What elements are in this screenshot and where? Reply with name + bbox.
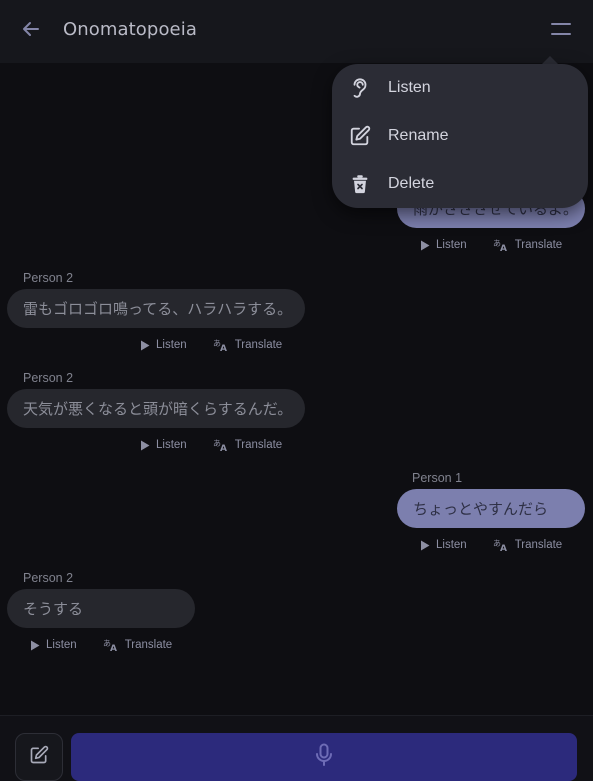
message-actions: Listen あA Translate bbox=[140, 438, 282, 452]
svg-text:A: A bbox=[500, 544, 507, 552]
translate-button[interactable]: あA Translate bbox=[213, 438, 283, 452]
translate-button[interactable]: あA Translate bbox=[493, 238, 563, 252]
message-actions: Listen あA Translate bbox=[140, 338, 282, 352]
listen-button[interactable]: Listen bbox=[30, 638, 77, 652]
edit-button[interactable] bbox=[15, 733, 63, 781]
message-bubble: 天気が悪くなると頭が暗くらするんだ。 bbox=[7, 389, 305, 428]
listen-button[interactable]: Listen bbox=[140, 338, 187, 352]
menu-button[interactable] bbox=[545, 16, 577, 46]
play-icon bbox=[141, 440, 150, 450]
play-icon bbox=[31, 640, 40, 650]
translate-button[interactable]: あA Translate bbox=[103, 638, 173, 652]
listen-button[interactable]: Listen bbox=[140, 438, 187, 452]
svg-text:A: A bbox=[220, 444, 227, 452]
translate-button[interactable]: あA Translate bbox=[493, 538, 563, 552]
play-icon bbox=[421, 240, 430, 250]
arrow-left-icon bbox=[21, 19, 41, 44]
play-icon bbox=[421, 540, 430, 550]
menu-item-delete[interactable]: Delete bbox=[332, 160, 588, 208]
translate-button[interactable]: あA Translate bbox=[213, 338, 283, 352]
options-menu: Listen Rename Delete bbox=[332, 64, 588, 208]
play-icon bbox=[141, 340, 150, 350]
record-button[interactable] bbox=[71, 733, 577, 781]
back-button[interactable] bbox=[16, 16, 46, 46]
menu-item-listen[interactable]: Listen bbox=[332, 64, 588, 112]
svg-text:A: A bbox=[110, 644, 117, 652]
svg-text:A: A bbox=[220, 344, 227, 352]
speaker-label: Person 1 bbox=[412, 471, 463, 485]
listen-button[interactable]: Listen bbox=[420, 538, 467, 552]
listen-button[interactable]: Listen bbox=[420, 238, 467, 252]
message-bubble: 雷もゴロゴロ鳴ってる、ハラハラする。 bbox=[7, 289, 305, 328]
page-title: Onomatopoeia bbox=[63, 19, 197, 40]
microphone-icon bbox=[314, 743, 334, 772]
message-bubble: ちょっとやすんだら bbox=[397, 489, 585, 528]
translate-icon: あA bbox=[213, 339, 227, 352]
edit-icon bbox=[29, 745, 49, 770]
app-header: Onomatopoeia bbox=[0, 0, 593, 63]
input-bar bbox=[0, 715, 593, 781]
message-actions: Listen あA Translate bbox=[420, 538, 562, 552]
message-actions: Listen あA Translate bbox=[30, 638, 172, 652]
pencil-square-icon bbox=[348, 124, 372, 148]
speaker-label: Person 2 bbox=[23, 371, 74, 385]
trash-icon bbox=[348, 172, 372, 196]
translate-icon: あA bbox=[213, 439, 227, 452]
svg-text:A: A bbox=[500, 244, 507, 252]
translate-icon: あA bbox=[493, 239, 507, 252]
translate-icon: あA bbox=[103, 639, 117, 652]
message-actions: Listen あA Translate bbox=[420, 238, 562, 252]
menu-icon bbox=[551, 22, 571, 41]
message-bubble: そうする bbox=[7, 589, 195, 628]
speaker-label: Person 2 bbox=[23, 571, 74, 585]
menu-item-rename[interactable]: Rename bbox=[332, 112, 588, 160]
translate-icon: あA bbox=[493, 539, 507, 552]
ear-icon bbox=[348, 76, 372, 100]
speaker-label: Person 2 bbox=[23, 271, 74, 285]
